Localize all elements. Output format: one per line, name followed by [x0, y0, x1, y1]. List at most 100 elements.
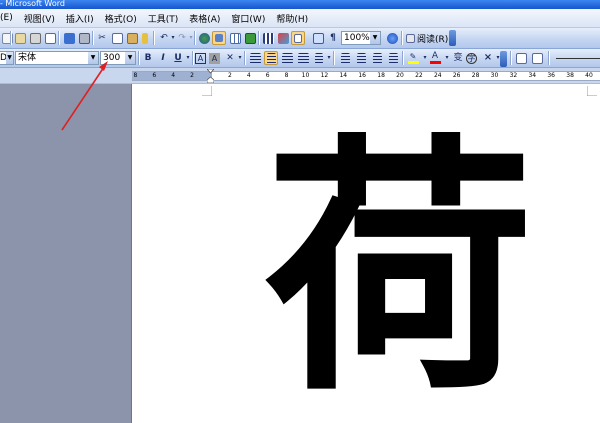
- ruler-label: 30: [490, 72, 499, 79]
- align-left-icon[interactable]: [248, 51, 262, 65]
- ruler-label: 14: [339, 72, 348, 79]
- style-dropdown-icon[interactable]: ▼: [6, 52, 13, 64]
- zoom-dropdown-icon[interactable]: ▼: [370, 32, 380, 44]
- reviewing-pane-icon[interactable]: [530, 51, 544, 65]
- menu-window[interactable]: 窗口(W): [227, 12, 272, 25]
- standard-toolbar: ✂ ↶ ▾ ↷ ▾ ¶ 100% ▼ 阅读(R): [0, 28, 600, 49]
- toolbar-separator: [401, 31, 403, 45]
- menu-bar: (E) 视图(V) 插入(I) 格式(O) 工具(T) 表格(A) 窗口(W) …: [0, 9, 600, 28]
- ruler-label: 26: [452, 72, 461, 79]
- font-name-value: 宋体: [18, 53, 37, 63]
- ruler-label: 8: [284, 72, 289, 79]
- document-text[interactable]: 荷: [264, 118, 534, 418]
- font-size-dropdown-icon[interactable]: ▼: [125, 52, 135, 64]
- font-name-select[interactable]: 宋体 ▼: [15, 51, 99, 65]
- read-button[interactable]: 阅读(R): [406, 31, 448, 45]
- ruler-label: 36: [547, 72, 556, 79]
- numbering-icon[interactable]: [338, 51, 352, 65]
- help-icon[interactable]: [385, 31, 399, 45]
- justify-icon[interactable]: [296, 51, 310, 65]
- menu-table[interactable]: 表格(A): [185, 12, 227, 25]
- font-color-bar: [429, 61, 441, 64]
- window-title: - Microsoft Word: [0, 0, 65, 8]
- hyperlink-icon[interactable]: [197, 31, 211, 45]
- toolbar-separator: [192, 51, 194, 65]
- align-center-icon[interactable]: [264, 51, 278, 65]
- ruler-label: 40: [585, 72, 593, 79]
- title-bar: - Microsoft Word: [0, 0, 600, 9]
- toolbar-separator: [153, 31, 155, 45]
- read-button-label: 阅读(R): [417, 34, 449, 45]
- bullets-icon[interactable]: [354, 51, 368, 65]
- ruler-label: 4: [246, 72, 251, 79]
- font-size-value: 300: [103, 53, 121, 63]
- menu-format[interactable]: 格式(O): [101, 12, 144, 25]
- ruler-label: 2: [190, 72, 195, 79]
- copy-icon[interactable]: [110, 31, 124, 45]
- ruler-label: 6: [152, 72, 157, 79]
- enclose-characters-button[interactable]: 字: [466, 53, 477, 64]
- ruler-label: 12: [320, 72, 329, 79]
- paste-icon[interactable]: [125, 31, 139, 45]
- bold-button[interactable]: B: [141, 51, 155, 65]
- toolbar-separator: [58, 31, 60, 45]
- email-icon[interactable]: [13, 31, 27, 45]
- toolbar-separator: [548, 51, 550, 65]
- drawing-icon[interactable]: [276, 31, 290, 45]
- menu-tools[interactable]: 工具(T): [144, 12, 186, 25]
- font-size-select[interactable]: 300 ▼: [100, 51, 136, 65]
- margin-corner-mark: [587, 86, 597, 96]
- toolbar-separator: [333, 51, 335, 65]
- ruler-label: 24: [433, 72, 442, 79]
- insert-excel-icon[interactable]: [243, 31, 257, 45]
- highlighter-icon: ✎: [409, 52, 417, 61]
- columns-icon[interactable]: [261, 31, 275, 45]
- toolbar-separator: [258, 31, 260, 45]
- toolbar-separator: [244, 51, 246, 65]
- font-name-dropdown-icon[interactable]: ▼: [88, 52, 98, 64]
- character-shading-button[interactable]: A: [209, 53, 220, 64]
- ruler-label: 18: [377, 72, 385, 79]
- menu-insert[interactable]: 插入(I): [62, 12, 101, 25]
- ruler-label: 32: [509, 72, 518, 79]
- spelling-icon[interactable]: [62, 31, 76, 45]
- character-border-button[interactable]: A: [195, 53, 206, 64]
- highlight-color-bar: [407, 61, 419, 64]
- menu-edit[interactable]: (E): [0, 13, 20, 23]
- document-map-icon[interactable]: [291, 31, 305, 45]
- align-right-icon[interactable]: [280, 51, 294, 65]
- border-line-style[interactable]: [556, 58, 600, 59]
- format-painter-icon[interactable]: [138, 31, 152, 45]
- insert-table-icon[interactable]: [228, 31, 242, 45]
- left-workspace: [0, 84, 130, 423]
- zoom-select[interactable]: 100% ▼: [341, 31, 381, 45]
- ruler-label: 8: [133, 72, 138, 79]
- ruler-label: 10: [301, 72, 310, 79]
- thumbnail-icon[interactable]: [311, 31, 325, 45]
- phonetic-guide-button[interactable]: 变: [451, 51, 465, 65]
- print-icon[interactable]: [28, 31, 42, 45]
- ruler-label: 22: [415, 72, 423, 79]
- research-icon[interactable]: [77, 31, 91, 45]
- track-changes-icon[interactable]: [514, 51, 528, 65]
- print-preview-icon[interactable]: [43, 31, 57, 45]
- toolbar-separator: [402, 51, 404, 65]
- ruler-label: 34: [528, 72, 537, 79]
- font-color-label: A: [431, 51, 439, 61]
- toolbar-options-icon[interactable]: [500, 51, 507, 67]
- show-hide-icon[interactable]: ¶: [326, 31, 340, 45]
- increase-indent-icon[interactable]: [386, 51, 400, 65]
- decrease-indent-icon[interactable]: [370, 51, 384, 65]
- italic-button[interactable]: I: [156, 51, 170, 65]
- tables-borders-icon[interactable]: [212, 31, 226, 45]
- menu-view[interactable]: 视图(V): [20, 12, 62, 25]
- ruler-label: 4: [171, 72, 176, 79]
- indent-marker-icon[interactable]: [207, 69, 214, 83]
- ruler-label: 20: [396, 72, 404, 79]
- ruler-label: 6: [265, 72, 270, 79]
- toolbar-separator: [10, 31, 12, 45]
- menu-help[interactable]: 帮助(H): [272, 12, 315, 25]
- toolbar-options-icon[interactable]: [449, 30, 456, 46]
- style-select[interactable]: D ▼: [0, 51, 14, 65]
- cut-icon[interactable]: ✂: [95, 31, 109, 45]
